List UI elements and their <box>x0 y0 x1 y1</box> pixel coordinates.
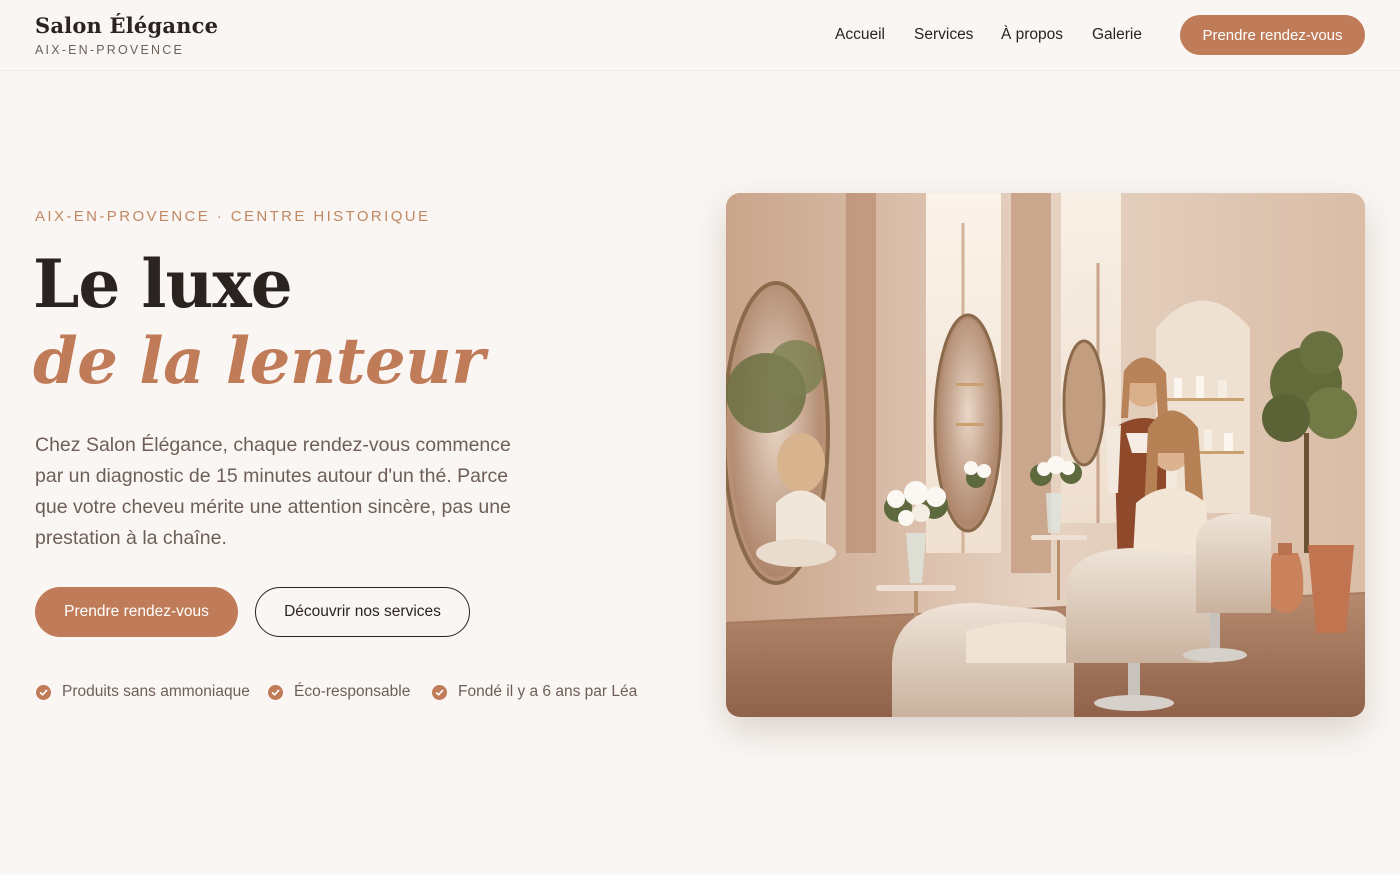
nav-a-propos[interactable]: À propos <box>1001 24 1063 46</box>
feature-label: Produits sans ammoniaque <box>62 683 250 700</box>
brand-logo[interactable]: Salon Élégance AIX-EN-PROVENCE <box>35 13 218 58</box>
feature-item: Éco-responsable <box>268 682 410 702</box>
hero-headline: Le luxe de la lenteur <box>33 243 485 399</box>
check-icon <box>268 684 283 700</box>
hero-booking-button[interactable]: Prendre rendez-vous <box>35 587 238 637</box>
headline-line-2: de la lenteur <box>33 324 485 399</box>
feature-item: Produits sans ammoniaque <box>36 682 250 702</box>
brand-city: AIX-EN-PROVENCE <box>35 43 184 57</box>
check-icon <box>432 684 447 700</box>
feature-label: Fondé il y a 6 ans par Léa <box>458 683 638 700</box>
headline-line-1: Le luxe <box>33 245 293 323</box>
header-booking-button[interactable]: Prendre rendez-vous <box>1180 15 1365 55</box>
feature-item: Fondé il y a 6 ans par Léa <box>432 682 637 702</box>
discover-services-button[interactable]: Découvrir nos services <box>255 587 470 637</box>
salon-interior-photo <box>726 193 1365 717</box>
hero-description: Chez Salon Élégance, chaque rendez-vous … <box>35 434 511 549</box>
nav-accueil[interactable]: Accueil <box>835 24 885 46</box>
site-header: Salon Élégance AIX-EN-PROVENCE Accueil S… <box>0 0 1400 71</box>
brand-name: Salon Élégance <box>35 13 219 38</box>
nav-services[interactable]: Services <box>914 24 973 46</box>
check-icon <box>36 684 51 700</box>
feature-label: Éco-responsable <box>294 683 411 700</box>
hero-eyebrow: AIX-EN-PROVENCE · CENTRE HISTORIQUE <box>35 208 431 225</box>
nav-galerie[interactable]: Galerie <box>1092 24 1142 46</box>
